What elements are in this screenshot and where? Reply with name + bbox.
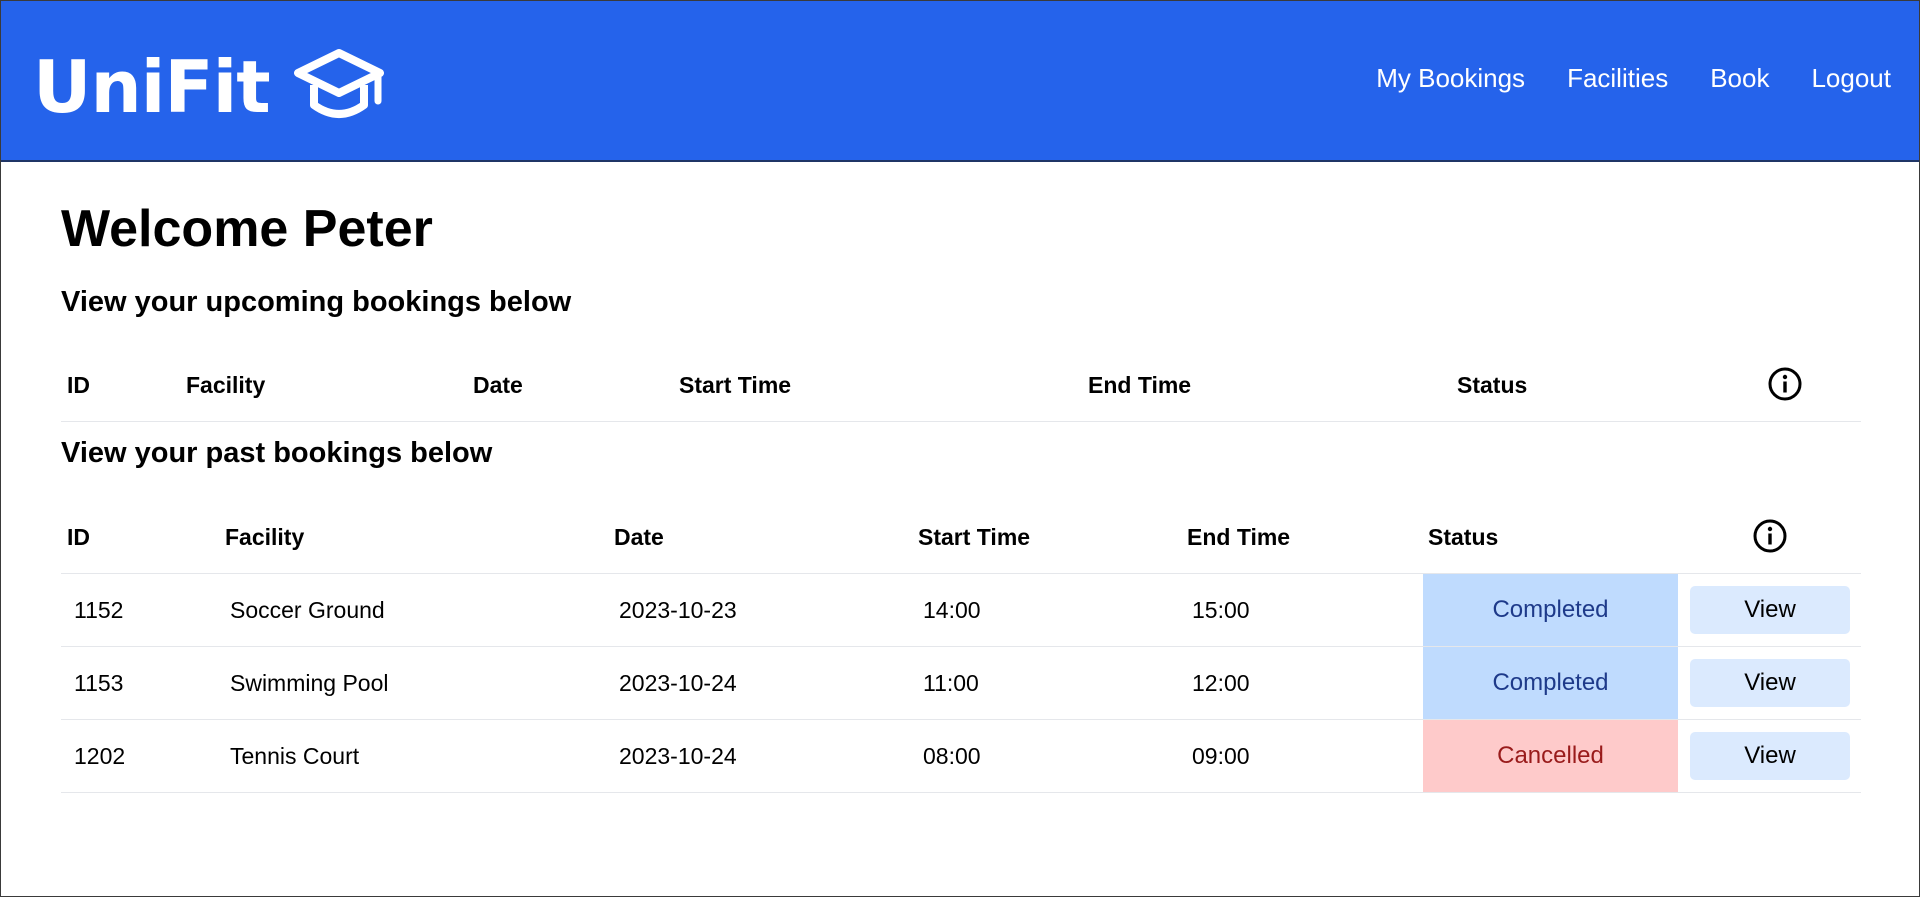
page-title: Welcome Peter (61, 200, 433, 258)
status-badge: Completed (1423, 574, 1678, 646)
header-id: ID (67, 371, 90, 398)
booking-start-time: 14:00 (923, 596, 981, 623)
booking-start-time: 11:00 (923, 669, 979, 696)
graduation-cap-icon (293, 49, 384, 118)
booking-id: 1152 (74, 596, 124, 623)
header-start-time: Start Time (918, 523, 1031, 550)
booking-start-time: 08:00 (923, 742, 981, 769)
booking-end-time: 15:00 (1192, 596, 1250, 623)
booking-facility: Soccer Ground (230, 596, 385, 623)
view-button[interactable]: View (1690, 732, 1850, 780)
booking-end-time: 12:00 (1192, 669, 1250, 696)
booking-id: 1153 (74, 669, 124, 696)
main-nav: My Bookings Facilities Book Logout (1376, 63, 1891, 94)
booking-end-time: 09:00 (1192, 742, 1250, 769)
nav-my-bookings[interactable]: My Bookings (1376, 63, 1525, 94)
header-end-time: End Time (1088, 371, 1192, 398)
table-row: 1153 Swimming Pool 2023-10-24 11:00 12:0… (61, 647, 1861, 720)
header-facility: Facility (225, 523, 305, 550)
table-row: 1202 Tennis Court 2023-10-24 08:00 09:00… (61, 720, 1861, 793)
view-button[interactable]: View (1690, 586, 1850, 634)
header-end-time: End Time (1187, 523, 1291, 550)
status-badge: Completed (1423, 647, 1678, 719)
nav-book[interactable]: Book (1710, 63, 1769, 94)
booking-date: 2023-10-24 (619, 669, 737, 696)
header-facility: Facility (186, 371, 266, 398)
header-date: Date (614, 523, 664, 550)
booking-id: 1202 (74, 742, 126, 769)
nav-logout[interactable]: Logout (1811, 63, 1891, 94)
upcoming-subtitle: View your upcoming bookings below (61, 286, 572, 318)
app-name: UniFit (33, 45, 271, 129)
status-badge: Cancelled (1423, 720, 1678, 792)
nav-facilities[interactable]: Facilities (1567, 63, 1668, 94)
header-start-time: Start Time (679, 371, 792, 398)
brand-logo[interactable]: UniFit (33, 37, 386, 137)
header-status: Status (1457, 371, 1528, 398)
view-button[interactable]: View (1690, 659, 1850, 707)
header-date: Date (473, 371, 523, 398)
top-navbar: UniFit My Bookings Facilities Book Logou… (1, 1, 1919, 162)
info-icon[interactable] (1767, 366, 1803, 402)
header-id: ID (67, 523, 90, 550)
header-status: Status (1428, 523, 1499, 550)
booking-date: 2023-10-24 (619, 742, 737, 769)
past-subtitle: View your past bookings below (61, 437, 493, 469)
booking-facility: Swimming Pool (230, 669, 389, 696)
table-row: 1152 Soccer Ground 2023-10-23 14:00 15:0… (61, 574, 1861, 647)
table-header-row: ID Facility Date Start Time End Time Sta… (61, 501, 1861, 574)
booking-facility: Tennis Court (230, 742, 360, 769)
info-icon[interactable] (1752, 518, 1788, 554)
booking-date: 2023-10-23 (619, 596, 737, 623)
table-header-row: ID Facility Date Start Time End Time Sta… (61, 349, 1861, 422)
